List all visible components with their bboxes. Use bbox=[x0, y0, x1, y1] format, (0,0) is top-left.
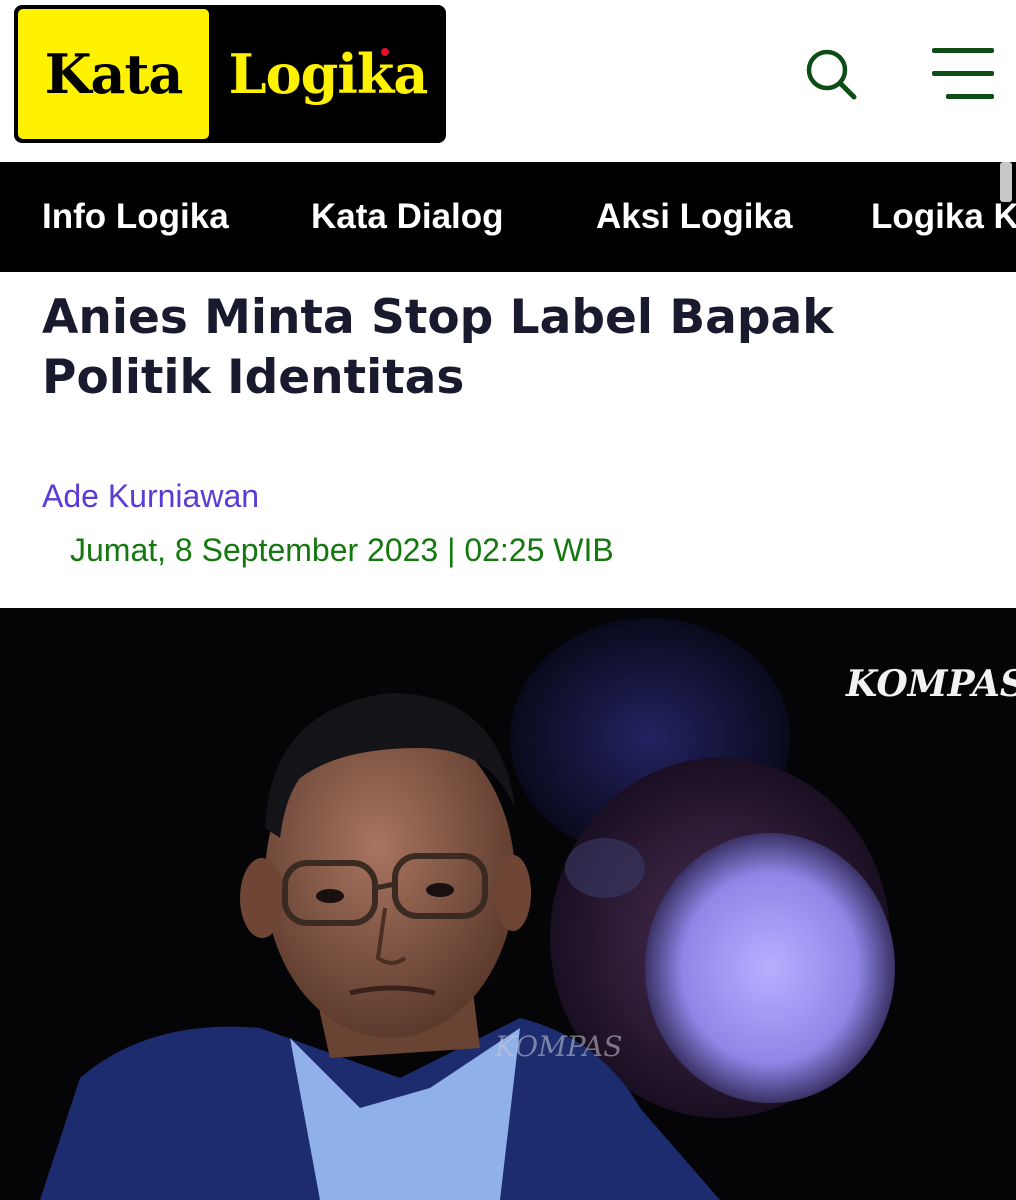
logo-red-dot bbox=[381, 48, 389, 56]
logo-word-logika: Logika bbox=[228, 42, 429, 106]
nav-item-kata-dialog[interactable]: Kata Dialog bbox=[311, 162, 504, 272]
article-date: Jumat, 8 September 2023 | 02:25 WIB bbox=[70, 532, 614, 568]
logo-black-block: Logika bbox=[214, 9, 442, 139]
article-hero-image: KOMPAS KOMPAS bbox=[0, 608, 1016, 1200]
logo-word-kata: Kata bbox=[44, 42, 184, 106]
site-header: Kata Logika bbox=[0, 0, 1016, 162]
nav-item-aksi-logika[interactable]: Aksi Logika bbox=[596, 162, 792, 272]
search-button[interactable] bbox=[800, 44, 860, 104]
category-nav: Info Logika Kata Dialog Aksi Logika Logi… bbox=[0, 162, 1016, 272]
nav-item-info-logika[interactable]: Info Logika bbox=[42, 162, 229, 272]
logo-yellow-block: Kata bbox=[18, 9, 209, 139]
article-title: Anies Minta Stop Label Bapak Politik Ide… bbox=[42, 290, 834, 405]
search-icon bbox=[806, 49, 857, 100]
kompas-watermark-center: KOMPAS bbox=[494, 1030, 622, 1063]
hero-photo-illustration: KOMPAS KOMPAS bbox=[0, 608, 1016, 1200]
kompas-watermark-top: KOMPAS bbox=[845, 663, 1016, 705]
site-logo[interactable]: Kata Logika bbox=[14, 5, 446, 143]
nav-item-logika-k[interactable]: Logika K bbox=[871, 162, 1016, 272]
hamburger-menu-button[interactable] bbox=[926, 44, 996, 104]
article-author-link[interactable]: Ade Kurniawan bbox=[42, 478, 259, 515]
nav-scrollbar[interactable] bbox=[1000, 162, 1012, 202]
